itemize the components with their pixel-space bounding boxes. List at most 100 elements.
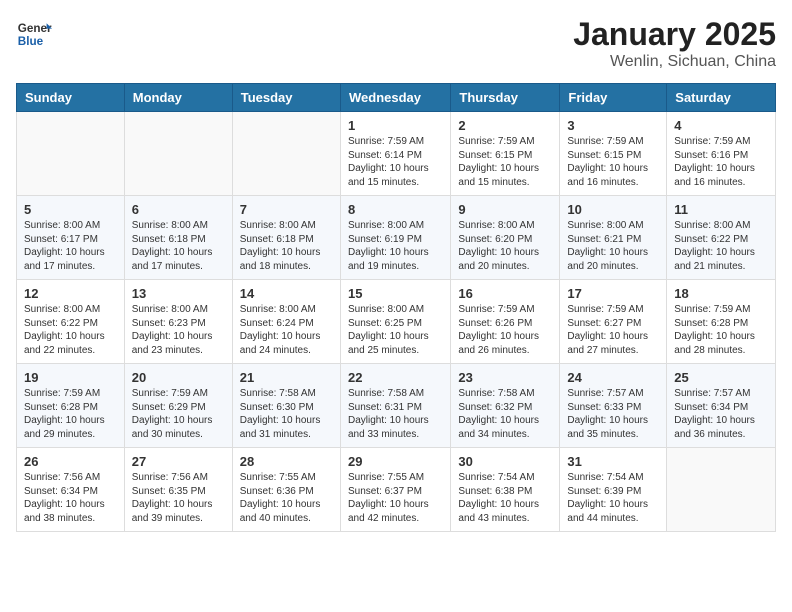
day-number: 28	[240, 454, 333, 469]
table-row: 26 Sunrise: 7:56 AMSunset: 6:34 PMDayligh…	[17, 448, 125, 532]
table-row	[124, 112, 232, 196]
table-row: 27 Sunrise: 7:56 AMSunset: 6:35 PMDayligh…	[124, 448, 232, 532]
cell-text: Sunrise: 8:00 AMSunset: 6:21 PMDaylight:…	[567, 220, 648, 272]
table-row: 11 Sunrise: 8:00 AMSunset: 6:22 PMDayligh…	[667, 196, 776, 280]
day-number: 8	[348, 202, 443, 217]
day-number: 31	[567, 454, 659, 469]
table-row: 30Sunrise: 7:54 AMSunset: 6:38 PMDayligh…	[451, 448, 560, 532]
day-number: 4	[674, 118, 768, 133]
table-row: 9 Sunrise: 8:00 AMSunset: 6:20 PMDaylight…	[451, 196, 560, 280]
logo: General Blue	[16, 16, 56, 52]
day-number: 17	[567, 286, 659, 301]
location: Wenlin, Sichuan, China	[573, 53, 776, 71]
day-number: 16	[458, 286, 552, 301]
day-number: 3	[567, 118, 659, 133]
day-number: 23	[458, 370, 552, 385]
day-number: 5	[24, 202, 117, 217]
table-row	[17, 112, 125, 196]
table-row: 31 Sunrise: 7:54 AMSunset: 6:39 PMDayligh…	[560, 448, 667, 532]
table-row: 25 Sunrise: 7:57 AMSunset: 6:34 PMDayligh…	[667, 364, 776, 448]
table-row: 10 Sunrise: 8:00 AMSunset: 6:21 PMDayligh…	[560, 196, 667, 280]
cell-text: Sunrise: 7:59 AMSunset: 6:15 PMDaylight:…	[567, 136, 648, 188]
month-title: January 2025	[573, 16, 776, 53]
table-row: 20 Sunrise: 7:59 AMSunset: 6:29 PMDayligh…	[124, 364, 232, 448]
table-row: 19 Sunrise: 7:59 AMSunset: 6:28 PMDayligh…	[17, 364, 125, 448]
table-row: 8 Sunrise: 8:00 AMSunset: 6:19 PMDaylight…	[340, 196, 450, 280]
cell-text: Sunrise: 8:00 AMSunset: 6:25 PMDaylight:…	[348, 304, 429, 356]
day-number: 1	[348, 118, 443, 133]
cell-text: Sunrise: 7:59 AMSunset: 6:16 PMDaylight:…	[674, 136, 755, 188]
cell-text: Sunrise: 8:00 AMSunset: 6:18 PMDaylight:…	[240, 220, 321, 272]
day-number: 2	[458, 118, 552, 133]
day-number: 29	[348, 454, 443, 469]
cell-text: Sunrise: 7:59 AMSunset: 6:28 PMDaylight:…	[24, 388, 105, 440]
calendar-header-row: Sunday Monday Tuesday Wednesday Thursday…	[17, 84, 776, 112]
col-thursday: Thursday	[451, 84, 560, 112]
day-number: 26	[24, 454, 117, 469]
table-row: 5 Sunrise: 8:00 AMSunset: 6:17 PMDaylight…	[17, 196, 125, 280]
day-number: 19	[24, 370, 117, 385]
svg-text:Blue: Blue	[18, 35, 44, 48]
cell-text: Sunrise: 7:57 AMSunset: 6:34 PMDaylight:…	[674, 388, 755, 440]
col-tuesday: Tuesday	[232, 84, 340, 112]
cell-text: Sunrise: 7:54 AMSunset: 6:39 PMDaylight:…	[567, 472, 648, 524]
page-header: General Blue January 2025 Wenlin, Sichua…	[16, 16, 776, 71]
table-row: 18Sunrise: 7:59 AMSunset: 6:28 PMDayligh…	[667, 280, 776, 364]
calendar-week-row: 1 Sunrise: 7:59 AMSunset: 6:14 PMDaylight…	[17, 112, 776, 196]
calendar-week-row: 26 Sunrise: 7:56 AMSunset: 6:34 PMDayligh…	[17, 448, 776, 532]
col-monday: Monday	[124, 84, 232, 112]
table-row: 16 Sunrise: 7:59 AMSunset: 6:26 PMDayligh…	[451, 280, 560, 364]
col-wednesday: Wednesday	[340, 84, 450, 112]
calendar-week-row: 19 Sunrise: 7:59 AMSunset: 6:28 PMDayligh…	[17, 364, 776, 448]
cell-text: Sunrise: 7:55 AMSunset: 6:37 PMDaylight:…	[348, 472, 429, 524]
cell-text: Sunrise: 7:59 AMSunset: 6:14 PMDaylight:…	[348, 136, 429, 188]
table-row: 1 Sunrise: 7:59 AMSunset: 6:14 PMDaylight…	[340, 112, 450, 196]
day-number: 12	[24, 286, 117, 301]
day-number: 9	[458, 202, 552, 217]
day-number: 22	[348, 370, 443, 385]
cell-text: Sunrise: 7:59 AMSunset: 6:29 PMDaylight:…	[132, 388, 213, 440]
cell-text: Sunrise: 8:00 AMSunset: 6:22 PMDaylight:…	[24, 304, 105, 356]
table-row: 12 Sunrise: 8:00 AMSunset: 6:22 PMDayligh…	[17, 280, 125, 364]
col-saturday: Saturday	[667, 84, 776, 112]
cell-text: Sunrise: 8:00 AMSunset: 6:19 PMDaylight:…	[348, 220, 429, 272]
cell-text: Sunrise: 8:00 AMSunset: 6:24 PMDaylight:…	[240, 304, 321, 356]
cell-text: Sunrise: 7:56 AMSunset: 6:35 PMDaylight:…	[132, 472, 213, 524]
table-row: 29 Sunrise: 7:55 AMSunset: 6:37 PMDayligh…	[340, 448, 450, 532]
cell-text: Sunrise: 7:59 AMSunset: 6:26 PMDaylight:…	[458, 304, 539, 356]
table-row: 2Sunrise: 7:59 AMSunset: 6:15 PMDaylight…	[451, 112, 560, 196]
day-number: 21	[240, 370, 333, 385]
col-sunday: Sunday	[17, 84, 125, 112]
table-row: 24Sunrise: 7:57 AMSunset: 6:33 PMDayligh…	[560, 364, 667, 448]
day-number: 14	[240, 286, 333, 301]
cell-text: Sunrise: 8:00 AMSunset: 6:23 PMDaylight:…	[132, 304, 213, 356]
day-number: 10	[567, 202, 659, 217]
day-number: 25	[674, 370, 768, 385]
cell-text: Sunrise: 7:58 AMSunset: 6:32 PMDaylight:…	[458, 388, 539, 440]
cell-text: Sunrise: 7:56 AMSunset: 6:34 PMDaylight:…	[24, 472, 105, 524]
day-number: 15	[348, 286, 443, 301]
table-row: 3 Sunrise: 7:59 AMSunset: 6:15 PMDaylight…	[560, 112, 667, 196]
cell-text: Sunrise: 8:00 AMSunset: 6:18 PMDaylight:…	[132, 220, 213, 272]
day-number: 27	[132, 454, 225, 469]
cell-text: Sunrise: 7:58 AMSunset: 6:31 PMDaylight:…	[348, 388, 429, 440]
cell-text: Sunrise: 7:59 AMSunset: 6:28 PMDaylight:…	[674, 304, 755, 356]
day-number: 11	[674, 202, 768, 217]
cell-text: Sunrise: 8:00 AMSunset: 6:20 PMDaylight:…	[458, 220, 539, 272]
cell-text: Sunrise: 8:00 AMSunset: 6:22 PMDaylight:…	[674, 220, 755, 272]
calendar-week-row: 5 Sunrise: 8:00 AMSunset: 6:17 PMDaylight…	[17, 196, 776, 280]
day-number: 30	[458, 454, 552, 469]
table-row	[667, 448, 776, 532]
table-row: 28 Sunrise: 7:55 AMSunset: 6:36 PMDayligh…	[232, 448, 340, 532]
col-friday: Friday	[560, 84, 667, 112]
day-number: 7	[240, 202, 333, 217]
day-number: 6	[132, 202, 225, 217]
cell-text: Sunrise: 8:00 AMSunset: 6:17 PMDaylight:…	[24, 220, 105, 272]
table-row	[232, 112, 340, 196]
day-number: 20	[132, 370, 225, 385]
cell-text: Sunrise: 7:55 AMSunset: 6:36 PMDaylight:…	[240, 472, 321, 524]
table-row: 22 Sunrise: 7:58 AMSunset: 6:31 PMDayligh…	[340, 364, 450, 448]
day-number: 13	[132, 286, 225, 301]
table-row: 23 Sunrise: 7:58 AMSunset: 6:32 PMDayligh…	[451, 364, 560, 448]
cell-text: Sunrise: 7:58 AMSunset: 6:30 PMDaylight:…	[240, 388, 321, 440]
